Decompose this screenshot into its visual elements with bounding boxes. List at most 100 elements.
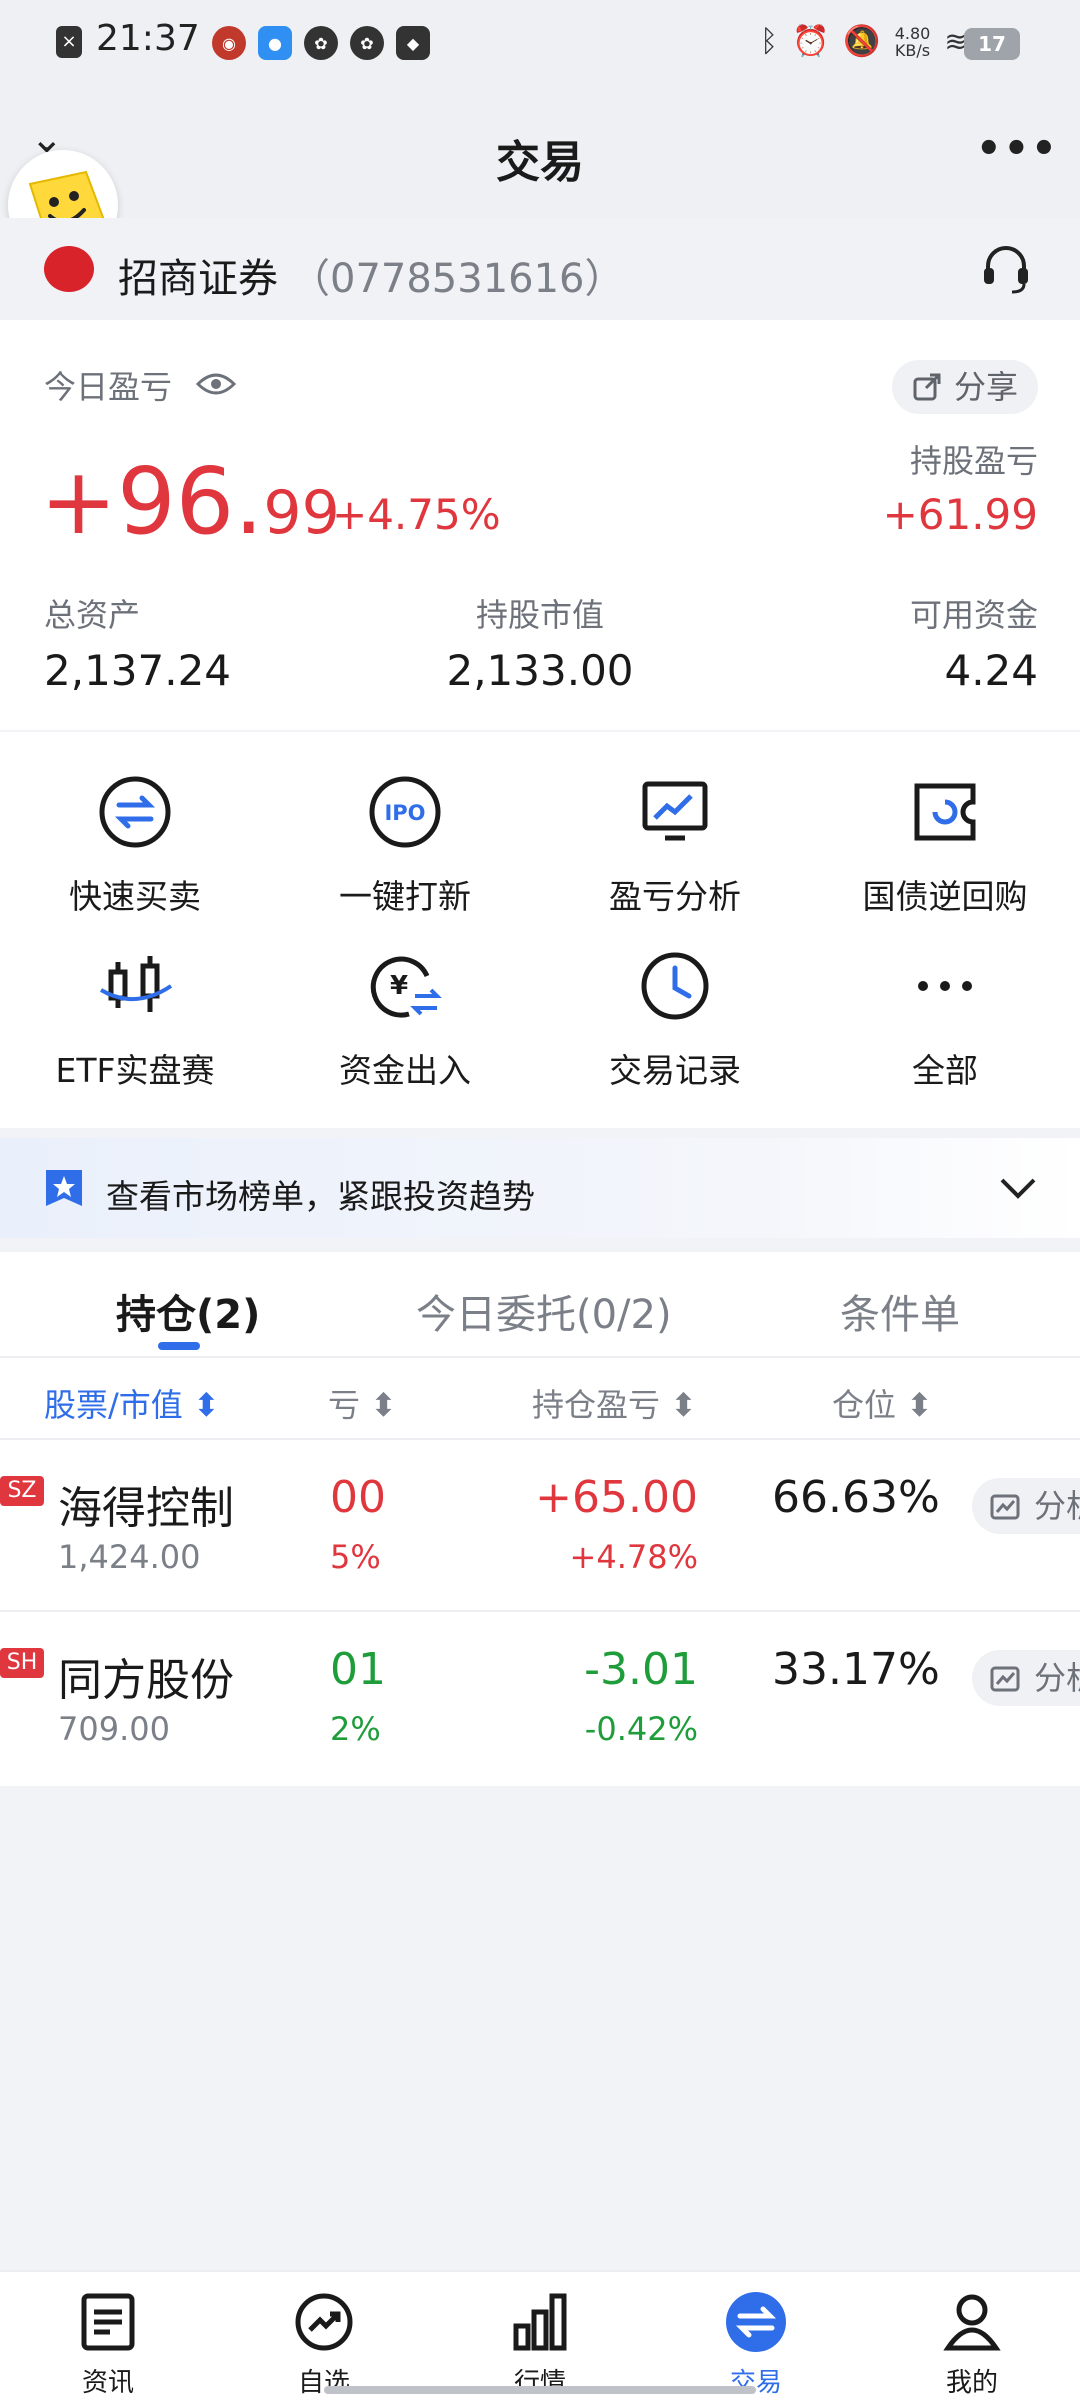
ipo-icon: IPO (365, 772, 445, 852)
svg-text:¥: ¥ (390, 971, 408, 1001)
customer-service-icon[interactable] (978, 240, 1034, 300)
position-pnl-percent: +4.78% (569, 1538, 698, 1576)
today-pnl-value: +96.99 (40, 448, 340, 555)
market-rank-banner[interactable]: 查看市场榜单，紧跟投资趋势 (0, 1138, 1080, 1238)
column-day-pnl[interactable]: 亏 ⬍ (328, 1380, 397, 1426)
menu-item-quick-trade[interactable]: 快速买卖 (0, 772, 270, 918)
market-value-value: 2,133.00 (446, 646, 634, 695)
star-bookmark-icon (42, 1166, 86, 1214)
chat-app-icon: ● (258, 26, 292, 60)
tab-holdings[interactable]: 持仓(2) (116, 1282, 260, 1340)
active-tab-indicator (158, 1342, 200, 1350)
position-pnl-value: +65.00 (535, 1472, 698, 1523)
mute-icon: 🔕 (843, 24, 881, 59)
stock-market-value: 1,424.00 (58, 1538, 201, 1576)
chevron-down-icon[interactable] (996, 1168, 1040, 1212)
share-icon (912, 372, 942, 406)
news-icon (76, 2290, 140, 2354)
net-speed: 4.80 KB/s (894, 23, 931, 60)
table-row[interactable]: SZ 海得控制 1,424.00 00 5% +65.00 +4.78% 66.… (0, 1440, 1080, 1610)
stock-name: 海得控制 (58, 1483, 234, 1534)
close-app-icon: × (56, 26, 82, 58)
chart-monitor-icon (635, 772, 715, 852)
clock-time: 21:37 (96, 18, 200, 59)
menu-item-etf-contest[interactable]: ETF实盘赛 (0, 946, 270, 1092)
account-number: （0778531616） (290, 256, 625, 302)
day-pnl-value: 01 (330, 1644, 386, 1695)
menu-item-pnl-analysis[interactable]: 盈亏分析 (540, 772, 810, 918)
column-stock-market-value[interactable]: 股票/市值 ⬍ (44, 1380, 220, 1426)
column-weight[interactable]: 仓位 ⬍ (832, 1380, 933, 1426)
analyze-button[interactable]: 分析 (972, 1650, 1080, 1706)
menu-item-trade-records[interactable]: 交易记录 (540, 946, 810, 1092)
stock-market-value: 709.00 (58, 1710, 170, 1748)
clock-icon (635, 946, 715, 1026)
nav-trade[interactable]: 交易 (648, 2290, 864, 2399)
aperture-icon: ✿ (304, 26, 338, 60)
today-pnl-percent: +4.75% (332, 490, 501, 539)
bottom-navigation: 资讯 自选 行情 交易 我的 (0, 2270, 1080, 2400)
holding-pnl-value: +61.99 (882, 490, 1038, 539)
menu-item-bond-repo[interactable]: 国债逆回购 (810, 772, 1080, 918)
nav-news[interactable]: 资讯 (0, 2290, 216, 2399)
quick-actions-grid: 快速买卖 IPO 一键打新 盈亏分析 国债逆回购 ETF实盘赛 ¥ 资金出入 交… (0, 732, 1080, 1128)
bar-chart-icon (508, 2290, 572, 2354)
nav-market[interactable]: 行情 (432, 2290, 648, 2399)
column-position-pnl[interactable]: 持仓盈亏 ⬍ (532, 1380, 697, 1426)
swap-circle-icon (95, 772, 175, 852)
bluetooth-icon: ᛒ (760, 24, 778, 59)
trend-icon (292, 2290, 356, 2354)
broker-logo (44, 246, 94, 292)
system-icons: ᛒ ⏰ 🔕 4.80 KB/s ≋ (760, 24, 968, 59)
svg-text:IPO: IPO (384, 801, 425, 825)
home-indicator (324, 2386, 756, 2394)
battery-indicator: 17 (964, 28, 1020, 60)
more-options-icon[interactable]: ••• (976, 126, 1059, 172)
broker-name: 招商证券 (118, 256, 278, 302)
day-pnl-percent: 2% (330, 1710, 381, 1748)
day-pnl-percent: 5% (330, 1538, 381, 1576)
positions-panel: 持仓(2) 今日委托(0/2) 条件单 股票/市值 ⬍ 亏 ⬍ 持仓盈亏 ⬍ 仓… (0, 1252, 1080, 1786)
bond-repo-icon (905, 772, 985, 852)
market-badge: SH (0, 1648, 44, 1678)
available-funds-value: 4.24 (944, 646, 1038, 695)
position-pnl-value: -3.01 (584, 1644, 698, 1695)
table-row[interactable]: SH 同方股份 709.00 01 2% -3.01 -0.42% 33.17%… (0, 1612, 1080, 1782)
eye-icon[interactable] (195, 370, 237, 402)
exchange-icon (724, 2290, 788, 2354)
analysis-chart-icon (990, 1666, 1020, 1696)
menu-item-funds-transfer[interactable]: ¥ 资金出入 (270, 946, 540, 1092)
position-weight: 33.17% (772, 1644, 940, 1695)
yuan-transfer-icon: ¥ (365, 946, 445, 1026)
account-summary-card: 今日盈亏 分享 +96.99 +4.75% 持股盈亏 +61.99 总资产 2,… (0, 320, 1080, 730)
aperture-icon: ✿ (350, 26, 384, 60)
notification-icons: ◉ ● ✿ ✿ ◆ (212, 26, 430, 60)
nav-watchlist[interactable]: 自选 (216, 2290, 432, 2399)
bank-app-icon: ◉ (212, 26, 246, 60)
security-app-icon: ◆ (396, 26, 430, 60)
more-dots-icon (905, 946, 985, 1026)
status-bar: × 21:37 ◉ ● ✿ ✿ ◆ ᛒ ⏰ 🔕 4.80 KB/s ≋ 17 (0, 0, 1080, 88)
available-funds-label: 可用资金 (909, 596, 1038, 634)
tab-conditional-orders[interactable]: 条件单 (840, 1282, 960, 1340)
day-pnl-value: 00 (330, 1472, 386, 1523)
position-pnl-percent: -0.42% (584, 1710, 698, 1748)
menu-item-ipo[interactable]: IPO 一键打新 (270, 772, 540, 918)
stock-name: 同方股份 (58, 1655, 234, 1706)
app-header: ⌄ 交易 ••• (0, 88, 1080, 218)
candlestick-icon (95, 946, 175, 1026)
menu-item-all[interactable]: 全部 (810, 946, 1080, 1092)
today-pnl-label: 今日盈亏 (44, 368, 173, 406)
alarm-icon: ⏰ (792, 24, 830, 59)
analysis-chart-icon (990, 1494, 1020, 1524)
holding-pnl-label: 持股盈亏 (909, 442, 1038, 480)
analyze-button[interactable]: 分析 (972, 1478, 1080, 1534)
broker-bar[interactable]: 招商证券 （0778531616） (0, 218, 1080, 320)
market-badge: SZ (0, 1476, 44, 1506)
position-weight: 66.63% (772, 1472, 940, 1523)
tabs-divider (0, 1356, 1080, 1358)
profile-icon (940, 2290, 1004, 2354)
banner-text: 查看市场榜单，紧跟投资趋势 (106, 1177, 535, 1216)
tab-today-orders[interactable]: 今日委托(0/2) (416, 1282, 672, 1340)
nav-profile[interactable]: 我的 (864, 2290, 1080, 2399)
